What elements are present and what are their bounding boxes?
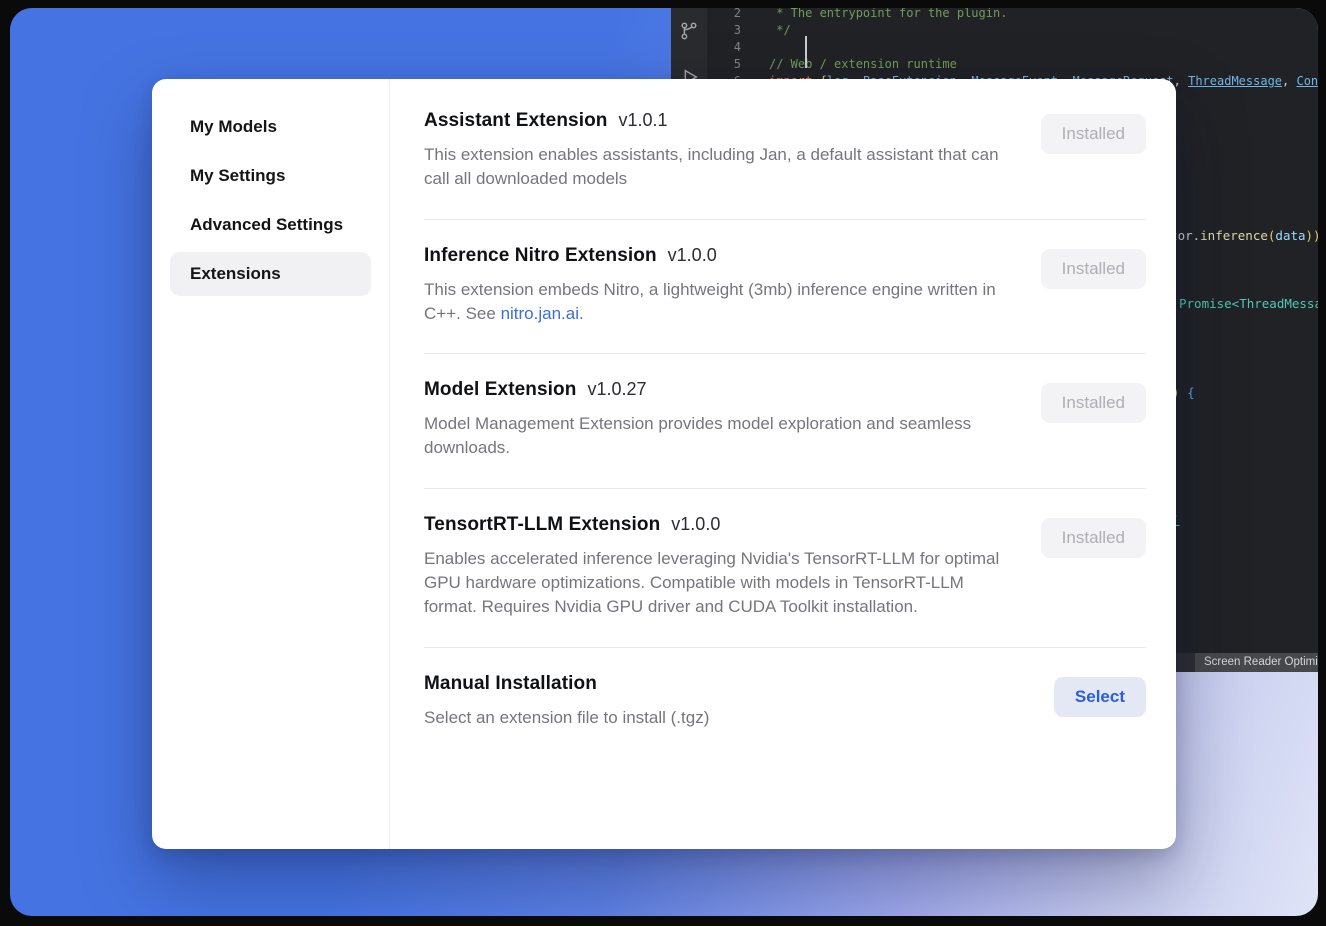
manual-installation-row: Manual Installation Select an extension … — [424, 648, 1146, 757]
extension-row-model: Model Extension v1.0.27 Model Management… — [424, 354, 1146, 489]
line-number: 5 — [707, 56, 741, 73]
extension-title-line: TensortRT-LLM Extension v1.0.0 — [424, 514, 1012, 536]
extension-info: Manual Installation Select an extension … — [424, 673, 709, 730]
code-fragment: Promise<ThreadMessage> — [1179, 296, 1318, 311]
sidebar-item-label: My Settings — [190, 166, 285, 186]
manual-installation-description: Select an extension file to install (.tg… — [424, 706, 709, 730]
code-text: )); — [1306, 228, 1318, 243]
settings-modal: My Models My Settings Advanced Settings … — [152, 79, 1176, 849]
extension-description: Enables accelerated inference leveraging… — [424, 547, 1012, 620]
extension-title-line: Manual Installation — [424, 673, 709, 695]
extension-title-line: Inference Nitro Extension v1.0.0 — [424, 245, 1012, 267]
manual-installation-title: Manual Installation — [424, 673, 597, 695]
code-line: 4 — [707, 39, 1318, 56]
extension-description: This extension enables assistants, inclu… — [424, 143, 1012, 192]
sidebar-item-label: Extensions — [190, 264, 281, 284]
extension-title-line: Model Extension v1.0.27 — [424, 379, 1012, 401]
source-control-icon[interactable] — [678, 20, 700, 42]
line-number: 4 — [707, 39, 741, 56]
line-number: 3 — [707, 22, 741, 39]
installed-button[interactable]: Installed — [1041, 383, 1146, 423]
code-text: data — [1275, 228, 1305, 243]
extension-title: Assistant Extension — [424, 110, 608, 132]
sidebar-item-extensions[interactable]: Extensions — [170, 252, 371, 296]
line-number: 2 — [707, 8, 741, 22]
sidebar-item-my-settings[interactable]: My Settings — [170, 154, 371, 198]
installed-button[interactable]: Installed — [1041, 249, 1146, 289]
extensions-panel: Assistant Extension v1.0.1 This extensio… — [390, 79, 1176, 849]
text-cursor — [805, 36, 807, 68]
extension-info: Inference Nitro Extension v1.0.0 This ex… — [424, 245, 1012, 327]
select-file-button[interactable]: Select — [1054, 677, 1146, 717]
extension-title: Inference Nitro Extension — [424, 245, 657, 267]
code-text: inference — [1200, 228, 1268, 243]
sidebar-item-advanced-settings[interactable]: Advanced Settings — [170, 203, 371, 247]
code-line: 2 * The entrypoint for the plugin. — [707, 8, 1318, 22]
installed-button[interactable]: Installed — [1041, 518, 1146, 558]
sidebar-item-label: Advanced Settings — [190, 215, 343, 235]
screen-reader-status-item[interactable]: Screen Reader Optimize — [1195, 653, 1318, 672]
extension-version: v1.0.1 — [619, 110, 668, 131]
import-identifier: ThreadMessage — [1188, 74, 1282, 88]
desktop-canvas: 2 * The entrypoint for the plugin. 3 */ … — [10, 8, 1318, 916]
code-line: 3 */ — [707, 22, 1318, 39]
extension-title: TensortRT-LLM Extension — [424, 514, 660, 536]
code-text: * The entrypoint for the plugin. — [741, 8, 1007, 22]
extension-info: Model Extension v1.0.27 Model Management… — [424, 379, 1012, 461]
extension-version: v1.0.0 — [668, 245, 717, 266]
extension-version: v1.0.0 — [671, 514, 720, 535]
extension-info: Assistant Extension v1.0.1 This extensio… — [424, 110, 1012, 192]
code-area: 2 * The entrypoint for the plugin. 3 */ … — [707, 8, 1318, 90]
nitro-jan-ai-link[interactable]: nitro.jan.ai. — [501, 304, 584, 323]
extension-info: TensortRT-LLM Extension v1.0.0 Enables a… — [424, 514, 1012, 620]
extension-description: This extension embeds Nitro, a lightweig… — [424, 278, 1012, 327]
separator: , — [1174, 74, 1188, 88]
code-fragment: rator.inference(data)); — [1155, 228, 1318, 243]
extension-version: v1.0.27 — [587, 379, 646, 400]
installed-button[interactable]: Installed — [1041, 114, 1146, 154]
extension-title-line: Assistant Extension v1.0.1 — [424, 110, 1012, 132]
extension-row-inference-nitro: Inference Nitro Extension v1.0.0 This ex… — [424, 220, 1146, 355]
extension-row-assistant: Assistant Extension v1.0.1 This extensio… — [424, 79, 1146, 220]
sidebar-item-my-models[interactable]: My Models — [170, 105, 371, 149]
code-text — [741, 39, 769, 56]
code-text: */ — [741, 22, 791, 39]
import-identifier: ContentType — [1296, 74, 1318, 88]
code-text: { — [1180, 385, 1195, 400]
extension-description: Model Management Extension provides mode… — [424, 412, 1012, 461]
sidebar-item-label: My Models — [190, 117, 277, 137]
settings-sidebar: My Models My Settings Advanced Settings … — [152, 79, 390, 849]
extension-row-tensorrt-llm: TensortRT-LLM Extension v1.0.0 Enables a… — [424, 489, 1146, 648]
code-line: 5 // Web / extension runtime — [707, 56, 1318, 73]
separator: , — [1282, 74, 1296, 88]
extension-title: Model Extension — [424, 379, 576, 401]
code-text: // Web / extension runtime — [741, 56, 957, 73]
